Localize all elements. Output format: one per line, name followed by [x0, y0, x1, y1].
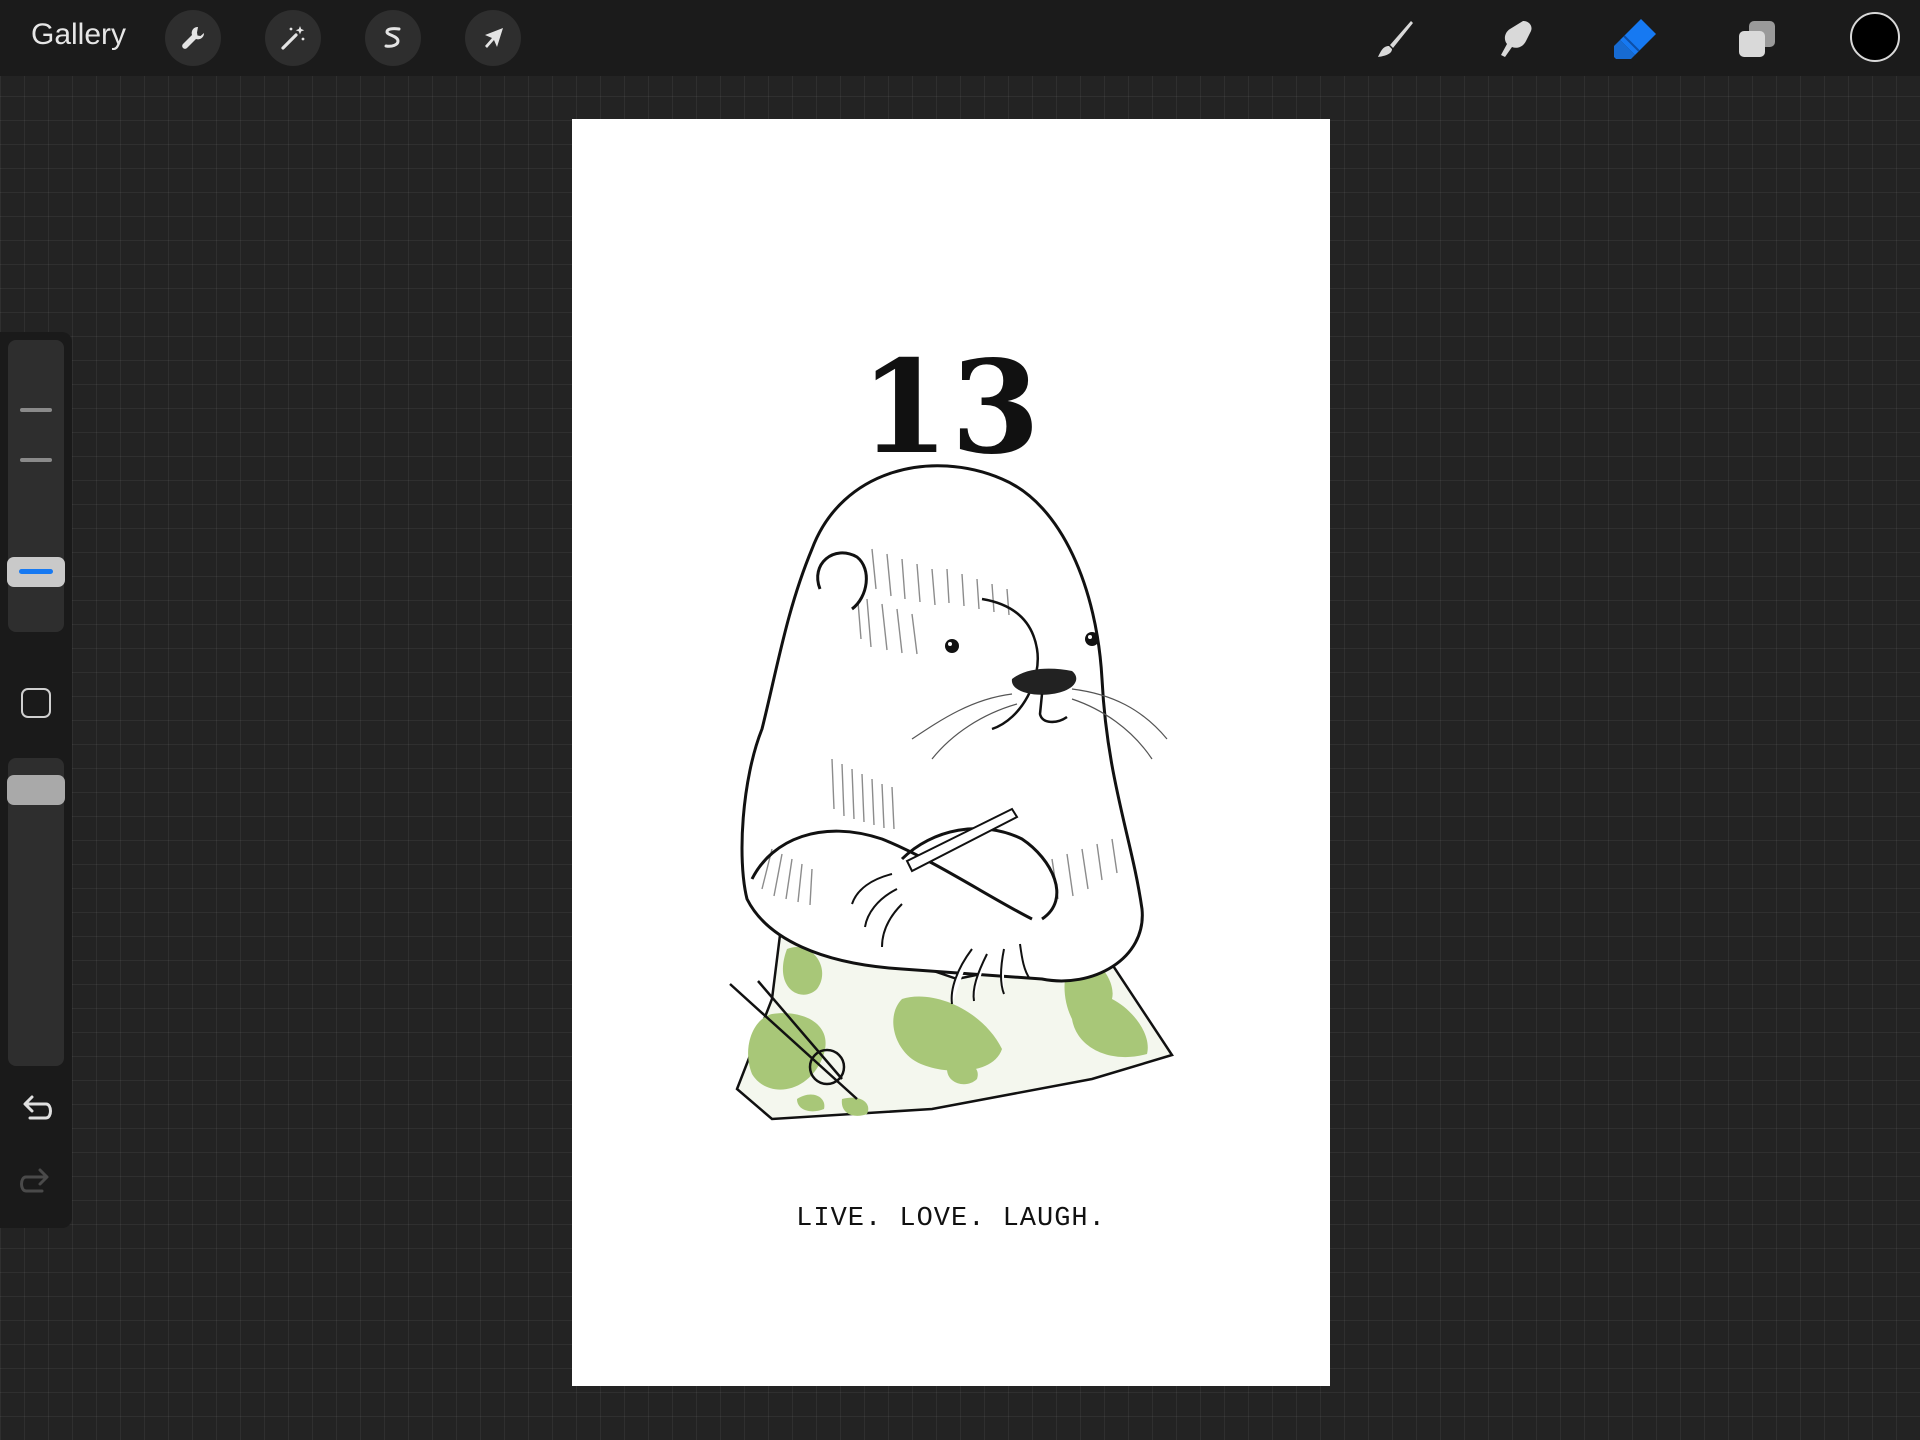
modify-square-icon[interactable] [21, 688, 51, 718]
color-picker-swatch[interactable] [1850, 12, 1900, 62]
arrow-cursor-icon [485, 28, 503, 48]
brush-tool[interactable] [1368, 12, 1422, 66]
card-caption: LIVE. LOVE. LAUGH. [796, 1204, 1106, 1234]
slider-tick [20, 408, 52, 412]
smudge-icon [1501, 21, 1532, 57]
eraser-tool[interactable] [1608, 12, 1662, 66]
actions-button[interactable] [165, 10, 221, 66]
gallery-button[interactable]: Gallery [31, 18, 126, 52]
layers-button[interactable] [1730, 12, 1784, 66]
brush-size-slider[interactable] [8, 340, 64, 632]
opacity-handle[interactable] [7, 775, 65, 805]
undo-icon[interactable] [16, 1092, 56, 1128]
eraser-icon [1614, 19, 1656, 59]
layers-icon [1739, 21, 1775, 57]
redo-icon[interactable] [16, 1165, 56, 1201]
otter-illustration [729, 464, 1174, 1121]
top-toolbar: Gallery [0, 0, 1920, 76]
selection-s-icon [384, 27, 401, 48]
smudge-tool[interactable] [1488, 12, 1542, 66]
selection-button[interactable] [365, 10, 421, 66]
transform-button[interactable] [465, 10, 521, 66]
brush-size-handle[interactable] [7, 557, 65, 587]
magic-wand-icon [281, 26, 305, 50]
adjustments-button[interactable] [265, 10, 321, 66]
drawing-canvas[interactable]: 13 LIVE. LOVE. LAUGH. [572, 119, 1330, 1386]
wrench-icon [182, 26, 205, 49]
slider-tick [20, 458, 52, 462]
brush-icon [1378, 21, 1413, 57]
